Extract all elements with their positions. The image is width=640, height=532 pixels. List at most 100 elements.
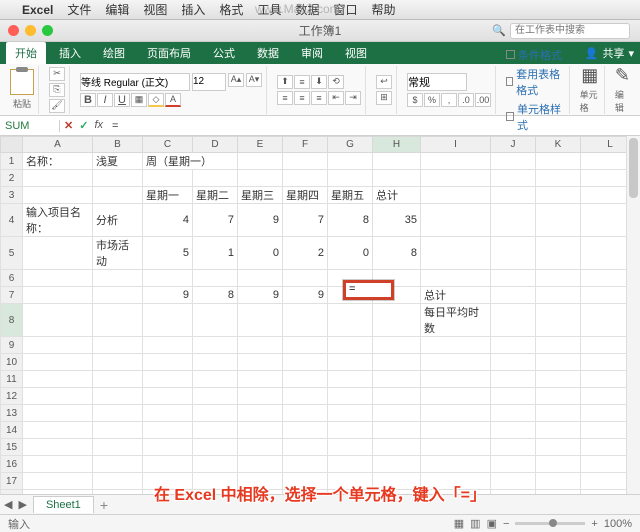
minimize-icon[interactable]	[25, 25, 36, 36]
decimal-dec-icon[interactable]: .00	[475, 93, 491, 107]
col-E[interactable]: E	[238, 137, 283, 153]
align-top-icon[interactable]: ⬆	[277, 75, 293, 89]
font-shrink-icon[interactable]: A▾	[246, 73, 262, 87]
tab-draw[interactable]: 绘图	[94, 42, 134, 64]
tab-formulas[interactable]: 公式	[204, 42, 244, 64]
menu-format[interactable]: 格式	[219, 1, 243, 18]
zoom-slider[interactable]	[515, 522, 585, 525]
col-F[interactable]: F	[283, 137, 328, 153]
fill-color-button[interactable]: ◇	[148, 93, 164, 107]
view-break-icon[interactable]: ▣	[487, 517, 497, 530]
fx-icon[interactable]: fx	[94, 119, 103, 132]
view-normal-icon[interactable]: ▦	[454, 517, 464, 530]
orientation-icon[interactable]: ⟲	[328, 75, 344, 89]
currency-icon[interactable]: $	[407, 93, 423, 107]
col-D[interactable]: D	[193, 137, 238, 153]
col-J[interactable]: J	[491, 137, 536, 153]
menu-app[interactable]: Excel	[22, 3, 53, 17]
font-grow-icon[interactable]: A▴	[228, 73, 244, 87]
bold-button[interactable]: B	[80, 93, 96, 107]
editing-icon[interactable]: ✎	[615, 65, 630, 86]
row-18[interactable]: 18	[1, 490, 23, 495]
align-center-icon[interactable]: ≡	[294, 91, 310, 105]
wrap-text-icon[interactable]: ↩	[376, 75, 392, 89]
zoom-out-button[interactable]: −	[503, 518, 509, 530]
vertical-scrollbar[interactable]	[626, 136, 640, 494]
decimal-inc-icon[interactable]: .0	[458, 93, 474, 107]
col-I[interactable]: I	[421, 137, 491, 153]
row-9[interactable]: 9	[1, 337, 23, 354]
tab-data[interactable]: 数据	[248, 42, 288, 64]
row-17[interactable]: 17	[1, 473, 23, 490]
menu-help[interactable]: 帮助	[371, 1, 395, 18]
zoom-icon[interactable]	[42, 25, 53, 36]
italic-button[interactable]: I	[97, 93, 113, 107]
tab-view[interactable]: 视图	[336, 42, 376, 64]
comma-icon[interactable]: ,	[441, 93, 457, 107]
search-input[interactable]	[510, 23, 630, 39]
row-7[interactable]: 7	[1, 287, 23, 304]
cells-icon[interactable]: ▦	[581, 65, 598, 86]
cut-icon[interactable]: ✂	[49, 67, 65, 81]
chevron-down-icon[interactable]: ▾	[628, 47, 634, 60]
add-sheet-button[interactable]: +	[100, 497, 108, 513]
search-icon[interactable]: 🔍	[492, 24, 506, 37]
accept-formula-icon[interactable]: ✓	[79, 119, 88, 132]
row-8[interactable]: 8	[1, 304, 23, 337]
row-4[interactable]: 4	[1, 204, 23, 237]
row-11[interactable]: 11	[1, 371, 23, 388]
name-box[interactable]: SUM	[0, 120, 60, 132]
number-format-select[interactable]	[407, 73, 467, 91]
col-K[interactable]: K	[536, 137, 581, 153]
spreadsheet-grid[interactable]: A B C D E F G H I J K L 1名称：浅夏周（星期一） 2 3…	[0, 136, 640, 494]
row-5[interactable]: 5	[1, 237, 23, 270]
row-15[interactable]: 15	[1, 439, 23, 456]
conditional-format-button[interactable]: 条件格式	[506, 47, 562, 63]
border-button[interactable]: ▦	[131, 93, 147, 107]
row-2[interactable]: 2	[1, 170, 23, 187]
table-format-button[interactable]: 套用表格格式	[506, 66, 565, 98]
font-name-select[interactable]	[80, 73, 190, 91]
zoom-value[interactable]: 100%	[604, 518, 632, 530]
underline-button[interactable]: U	[114, 93, 130, 107]
font-size-select[interactable]	[192, 73, 226, 91]
row-3[interactable]: 3	[1, 187, 23, 204]
row-10[interactable]: 10	[1, 354, 23, 371]
menu-file[interactable]: 文件	[67, 1, 91, 18]
merge-icon[interactable]: ⊞	[376, 91, 392, 105]
indent-inc-icon[interactable]: ⇥	[345, 91, 361, 105]
tab-home[interactable]: 开始	[6, 42, 46, 64]
close-icon[interactable]	[8, 25, 19, 36]
percent-icon[interactable]: %	[424, 93, 440, 107]
tab-review[interactable]: 审阅	[292, 42, 332, 64]
user-icon[interactable]: 👤	[585, 47, 599, 60]
menu-edit[interactable]: 编辑	[105, 1, 129, 18]
col-B[interactable]: B	[93, 137, 143, 153]
tab-nav-prev[interactable]: ◀	[4, 498, 12, 511]
tab-insert[interactable]: 插入	[50, 42, 90, 64]
menu-insert[interactable]: 插入	[181, 1, 205, 18]
row-1[interactable]: 1	[1, 153, 23, 170]
align-left-icon[interactable]: ≡	[277, 91, 293, 105]
paste-icon[interactable]	[10, 69, 34, 95]
align-right-icon[interactable]: ≡	[311, 91, 327, 105]
copy-icon[interactable]: ⎘	[49, 83, 65, 97]
font-color-button[interactable]: A	[165, 93, 181, 107]
row-12[interactable]: 12	[1, 388, 23, 405]
indent-dec-icon[interactable]: ⇤	[328, 91, 344, 105]
col-A[interactable]: A	[23, 137, 93, 153]
view-layout-icon[interactable]: ▥	[470, 517, 480, 530]
cancel-formula-icon[interactable]: ✕	[64, 119, 73, 132]
row-16[interactable]: 16	[1, 456, 23, 473]
formula-input[interactable]: =	[107, 120, 640, 132]
tab-nav-next[interactable]: ▶	[18, 498, 26, 511]
format-painter-icon[interactable]: 🖌	[49, 99, 65, 113]
col-G[interactable]: G	[328, 137, 373, 153]
col-C[interactable]: C	[143, 137, 193, 153]
select-all-corner[interactable]	[1, 137, 23, 153]
share-button[interactable]: 共享	[602, 45, 624, 61]
col-H[interactable]: H	[373, 137, 421, 153]
tab-layout[interactable]: 页面布局	[138, 42, 200, 64]
menu-view[interactable]: 视图	[143, 1, 167, 18]
zoom-in-button[interactable]: +	[591, 518, 597, 530]
